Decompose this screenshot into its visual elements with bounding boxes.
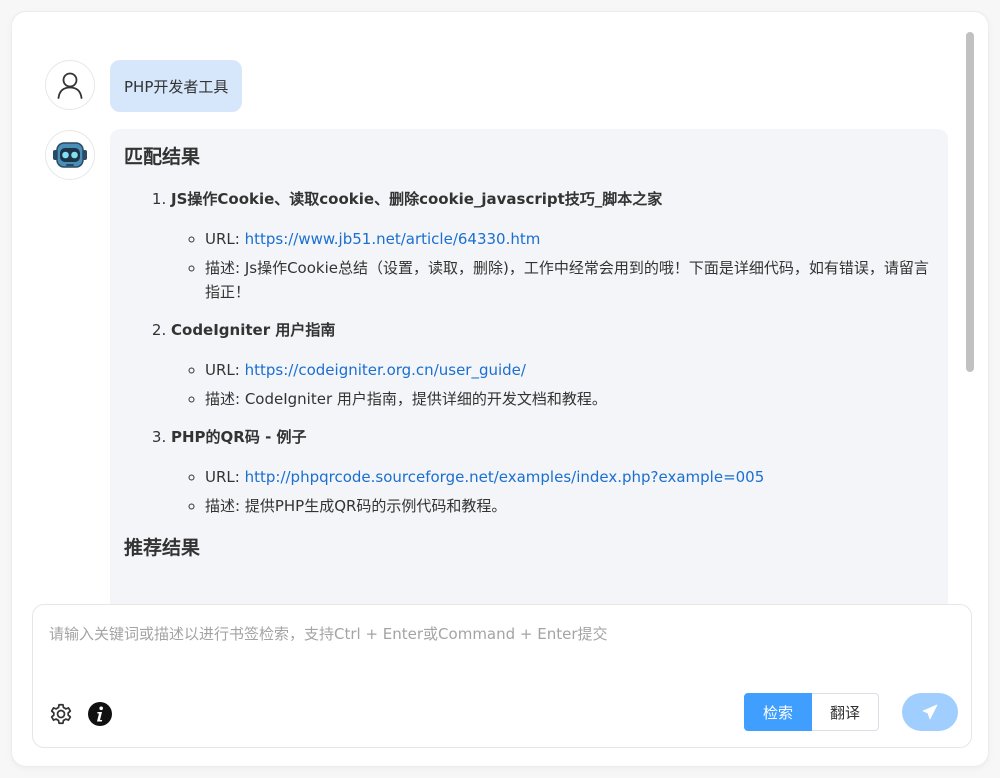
match-results-list: JS操作Cookie、读取cookie、删除cookie_javascript技…	[124, 187, 934, 518]
result-desc: 提供PHP生成QR码的示例代码和教程。	[244, 497, 507, 515]
info-button[interactable]	[87, 701, 113, 727]
list-item: JS操作Cookie、读取cookie、删除cookie_javascript技…	[171, 187, 934, 304]
input-panel: 检索 翻译	[32, 604, 972, 748]
result-title: CodeIgniter 用户指南	[171, 321, 336, 339]
result-desc: Js操作Cookie总结（设置，读取，删除)，工作中经常会用到的哦！下面是详细代…	[205, 259, 929, 301]
user-message-text: PHP开发者工具	[124, 77, 229, 96]
result-details: URL: https://codeigniter.org.cn/user_gui…	[171, 358, 934, 411]
result-title: JS操作Cookie、读取cookie、删除cookie_javascript技…	[171, 190, 663, 208]
result-url-link[interactable]: http://phpqrcode.sourceforge.net/example…	[245, 468, 765, 486]
settings-button[interactable]	[48, 701, 74, 727]
search-mode-button[interactable]: 检索	[744, 693, 813, 731]
result-title: PHP的QR码 - 例子	[171, 428, 307, 446]
user-message: PHP开发者工具	[110, 60, 243, 112]
result-url-row: URL: https://codeigniter.org.cn/user_gui…	[205, 358, 934, 382]
send-button[interactable]	[902, 693, 958, 731]
info-icon	[88, 702, 112, 726]
result-desc: CodeIgniter 用户指南，提供详细的开发文档和教程。	[244, 390, 607, 408]
user-avatar	[45, 60, 95, 110]
recommend-results-heading: 推荐结果	[124, 537, 201, 559]
result-url-link[interactable]: https://www.jb51.net/article/64330.htm	[245, 230, 541, 248]
list-item: PHP的QR码 - 例子 URL: http://phpqrcode.sourc…	[171, 425, 934, 518]
chat-area[interactable]: PHP开发者工具 匹配结果 JS操作Cookie、读取cookie、删除cook…	[12, 12, 988, 604]
match-results-heading: 匹配结果	[124, 146, 201, 168]
robot-icon	[53, 142, 87, 168]
result-desc-row: 描述: CodeIgniter 用户指南，提供详细的开发文档和教程。	[205, 387, 934, 411]
chat-scrollbar[interactable]	[966, 32, 974, 604]
result-url-link[interactable]: https://codeigniter.org.cn/user_guide/	[245, 361, 526, 379]
chat-scrollbar-thumb[interactable]	[966, 32, 974, 372]
paper-plane-icon	[922, 704, 938, 720]
result-desc-row: 描述: 提供PHP生成QR码的示例代码和教程。	[205, 494, 934, 518]
query-input[interactable]	[47, 621, 947, 681]
user-outline-icon	[57, 72, 83, 99]
translate-mode-button[interactable]: 翻译	[812, 693, 880, 731]
app-window: PHP开发者工具 匹配结果 JS操作Cookie、读取cookie、删除cook…	[12, 12, 988, 766]
bot-message: 匹配结果 JS操作Cookie、读取cookie、删除cookie_javasc…	[110, 129, 948, 604]
result-url-row: URL: http://phpqrcode.sourceforge.net/ex…	[205, 465, 934, 489]
result-details: URL: http://phpqrcode.sourceforge.net/ex…	[171, 465, 934, 518]
list-item: CodeIgniter 用户指南 URL: https://codeignite…	[171, 318, 934, 411]
result-details: URL: https://www.jb51.net/article/64330.…	[171, 227, 934, 304]
result-desc-row: 描述: Js操作Cookie总结（设置，读取，删除)，工作中经常会用到的哦！下面…	[205, 256, 934, 304]
bot-avatar	[45, 130, 95, 180]
result-url-row: URL: https://www.jb51.net/article/64330.…	[205, 227, 934, 251]
mode-switch: 检索 翻译	[744, 693, 880, 731]
gear-icon	[50, 703, 72, 725]
